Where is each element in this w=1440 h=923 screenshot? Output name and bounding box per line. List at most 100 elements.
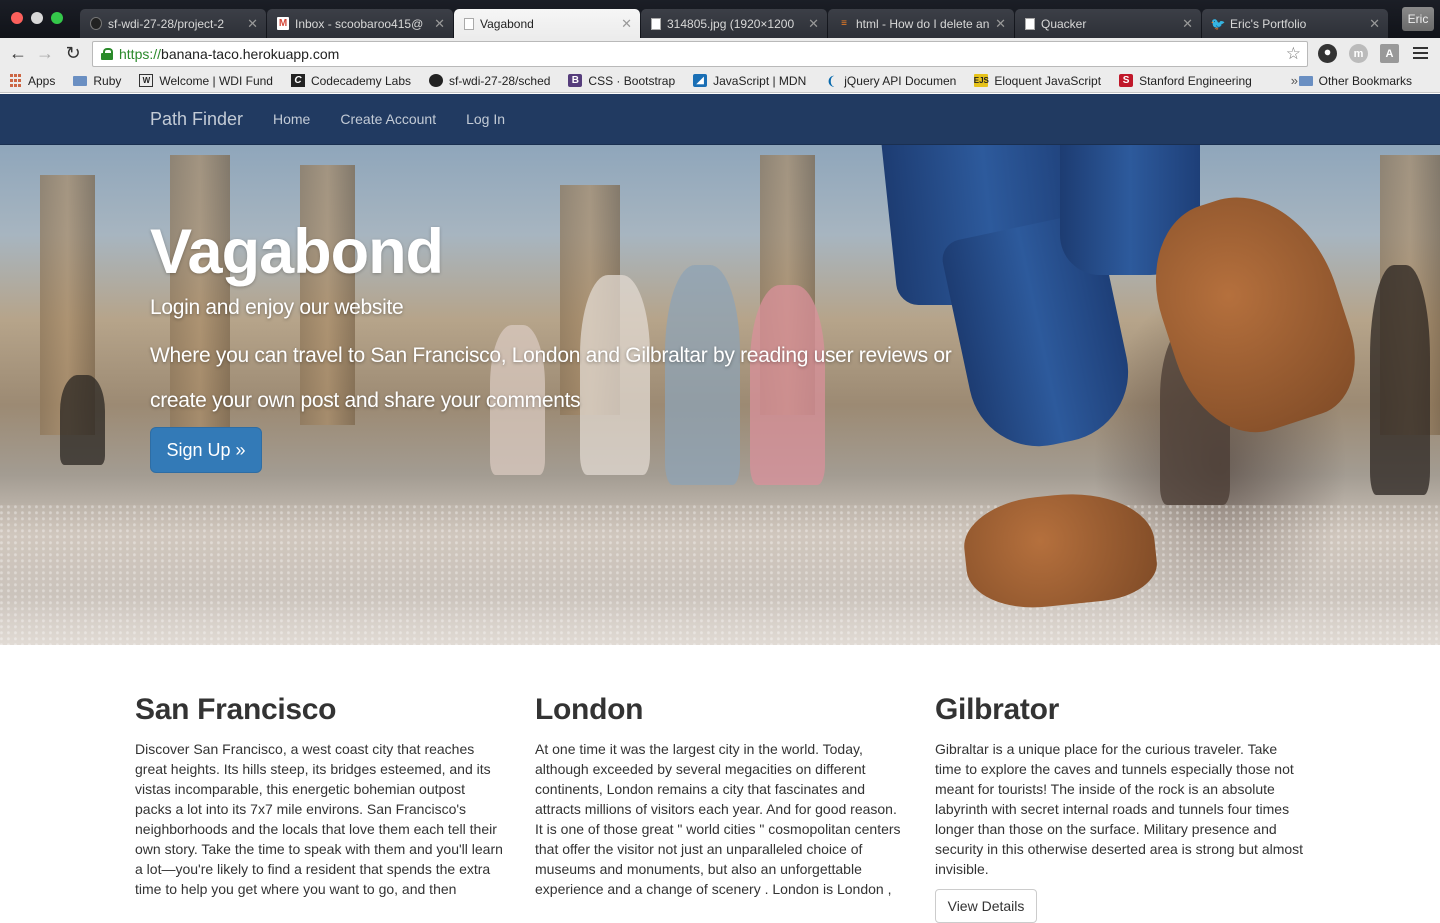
- tab-gmail-inbox[interactable]: M Inbox - scoobaroo415@ ✕: [267, 9, 453, 38]
- book-icon: W: [139, 74, 154, 87]
- tab-label: Inbox - scoobaroo415@: [295, 16, 424, 31]
- bookmark-codecademy[interactable]: C Codecademy Labs: [290, 73, 412, 88]
- jquery-icon: ❨: [826, 73, 837, 88]
- hero-subtitle: Login and enjoy our website: [150, 296, 404, 319]
- bookmarks-bar: Apps Ruby W Welcome | WDI Fund C Codecad…: [0, 69, 1440, 93]
- browser-menu-icon[interactable]: [1413, 47, 1428, 62]
- nav-home-link[interactable]: Home: [273, 111, 310, 127]
- tab-image[interactable]: 314805.jpg (1920×1200 ✕: [641, 9, 827, 38]
- bookmark-wdi[interactable]: W Welcome | WDI Fund: [139, 74, 273, 88]
- close-tab-icon[interactable]: ✕: [995, 16, 1006, 32]
- view-details-button[interactable]: View Details: [935, 889, 1037, 923]
- more-bookmarks-icon[interactable]: »: [1291, 73, 1298, 88]
- close-tab-icon[interactable]: ✕: [621, 16, 632, 32]
- bookmark-label: Ruby: [93, 73, 122, 88]
- nav-links: Home Create Account Log In: [273, 111, 505, 127]
- city-description: At one time it was the largest city in t…: [535, 741, 901, 897]
- tab-label: Vagabond: [480, 16, 534, 31]
- close-window-icon[interactable]: [11, 12, 23, 24]
- close-tab-icon[interactable]: ✕: [1182, 16, 1193, 32]
- github-icon: [90, 17, 102, 30]
- bookmark-jquery[interactable]: ❨ jQuery API Documen: [824, 74, 956, 88]
- bookmark-label: Apps: [28, 73, 56, 88]
- city-description: Gibraltar is a unique place for the curi…: [935, 741, 1304, 877]
- city-description: Discover San Francisco, a west coast cit…: [135, 741, 503, 897]
- bookmark-eloquent-js[interactable]: EJS Eloquent JavaScript: [974, 74, 1101, 88]
- folder-icon: [1298, 75, 1313, 86]
- bookmark-star-icon[interactable]: ☆: [1286, 44, 1301, 64]
- nav-create-account-link[interactable]: Create Account: [340, 111, 436, 127]
- minimize-window-icon[interactable]: [31, 12, 43, 24]
- reload-icon[interactable]: ↻: [63, 44, 83, 62]
- folder-icon: [73, 75, 88, 86]
- stanford-icon: S: [1119, 74, 1134, 87]
- mdn-icon: ◢: [693, 74, 708, 87]
- document-icon: [651, 17, 661, 30]
- back-arrow-icon[interactable]: ←: [8, 44, 28, 62]
- document-icon: [464, 17, 474, 30]
- close-tab-icon[interactable]: ✕: [247, 16, 258, 32]
- city-card-gibraltar: Gilbrator Gibraltar is a unique place fo…: [935, 693, 1305, 923]
- city-card-london: London At one time it was the largest ci…: [535, 693, 905, 899]
- extension-icon[interactable]: m: [1349, 44, 1368, 63]
- city-heading: San Francisco: [135, 693, 337, 726]
- address-bar[interactable]: https:// banana-taco.herokuapp.com ☆: [92, 41, 1308, 67]
- bookmark-github-schedule[interactable]: sf-wdi-27-28/sched: [429, 74, 550, 88]
- bootstrap-icon: B: [568, 74, 583, 87]
- city-heading: London: [535, 693, 644, 726]
- bookmark-label: jQuery API Documen: [844, 73, 957, 88]
- bookmark-label: CSS · Bootstrap: [588, 73, 676, 88]
- ejs-icon: EJS: [973, 74, 989, 87]
- cities-section: San Francisco Discover San Francisco, a …: [0, 645, 1440, 923]
- forward-arrow-icon[interactable]: →: [35, 44, 55, 62]
- codecademy-icon: C: [290, 74, 305, 87]
- hero-description: Where you can travel to San Francisco, L…: [150, 344, 952, 412]
- bookmark-stanford[interactable]: S Stanford Engineering: [1119, 74, 1252, 88]
- other-bookmarks[interactable]: Other Bookmarks: [1298, 73, 1412, 88]
- city-card-san-francisco: San Francisco Discover San Francisco, a …: [135, 693, 505, 899]
- bookmark-label: Stanford Engineering: [1139, 73, 1252, 88]
- bookmark-mdn[interactable]: ◢ JavaScript | MDN: [693, 74, 806, 88]
- extension-icon[interactable]: A: [1380, 44, 1399, 63]
- tab-label: 314805.jpg (1920×1200: [667, 16, 795, 31]
- brand-link[interactable]: Path Finder: [150, 109, 243, 130]
- bookmark-bootstrap[interactable]: B CSS · Bootstrap: [568, 74, 675, 88]
- hero-title: Vagabond: [150, 217, 444, 287]
- sign-up-button[interactable]: Sign Up »: [150, 427, 262, 473]
- close-tab-icon[interactable]: ✕: [434, 16, 445, 32]
- extension-icon[interactable]: ⏺: [1318, 44, 1337, 63]
- bookmark-label: Eloquent JavaScript: [994, 73, 1102, 88]
- gmail-icon: M: [277, 17, 289, 30]
- url-scheme: https://: [119, 46, 162, 62]
- tab-stackoverflow[interactable]: ≡ html - How do I delete an ✕: [828, 9, 1014, 38]
- bookmark-apps[interactable]: Apps: [8, 74, 55, 88]
- bookmark-label: Welcome | WDI Fund: [159, 73, 273, 88]
- close-tab-icon[interactable]: ✕: [1369, 16, 1380, 32]
- tab-github-project[interactable]: sf-wdi-27-28/project-2 ✕: [80, 9, 266, 38]
- nav-log-in-link[interactable]: Log In: [466, 111, 505, 127]
- bookmark-label: sf-wdi-27-28/sched: [449, 73, 551, 88]
- tab-strip: sf-wdi-27-28/project-2 ✕ M Inbox - scoob…: [80, 9, 1389, 38]
- tab-quacker[interactable]: Quacker ✕: [1015, 9, 1201, 38]
- bookmark-label: JavaScript | MDN: [713, 73, 807, 88]
- profile-button[interactable]: Eric: [1402, 7, 1434, 31]
- lock-icon: [101, 48, 113, 60]
- city-heading: Gilbrator: [935, 693, 1059, 726]
- bookmark-label: Other Bookmarks: [1318, 73, 1412, 88]
- tab-label: Quacker: [1041, 16, 1087, 31]
- window-controls: [11, 12, 63, 24]
- stackoverflow-icon: ≡: [841, 18, 847, 29]
- tab-label: sf-wdi-27-28/project-2: [108, 16, 225, 31]
- maximize-window-icon[interactable]: [51, 12, 63, 24]
- hero-jumbotron: Vagabond Login and enjoy our website Whe…: [0, 145, 1440, 645]
- document-icon: [1025, 17, 1035, 30]
- close-tab-icon[interactable]: ✕: [808, 16, 819, 32]
- tab-label: Eric's Portfolio: [1230, 16, 1307, 31]
- tab-vagabond[interactable]: Vagabond ✕: [454, 9, 640, 38]
- bookmark-ruby[interactable]: Ruby: [73, 74, 121, 88]
- github-icon: [429, 74, 444, 87]
- tab-label: html - How do I delete an: [856, 16, 990, 31]
- bookmark-label: Codecademy Labs: [310, 73, 412, 88]
- tab-portfolio[interactable]: 🐦 Eric's Portfolio ✕: [1202, 9, 1388, 38]
- apps-grid-icon: [8, 74, 22, 87]
